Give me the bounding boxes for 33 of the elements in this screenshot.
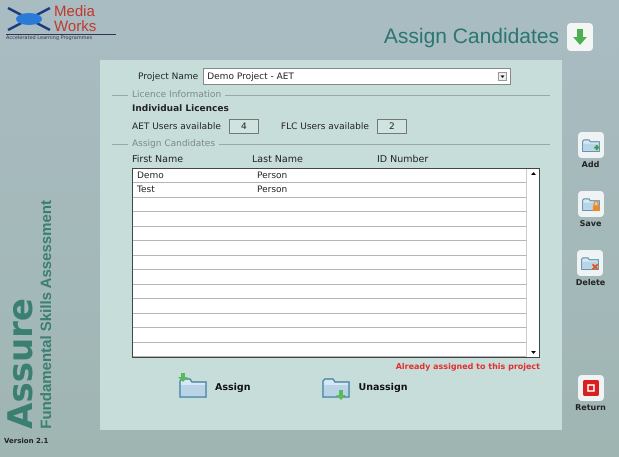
column-header: ID Number (377, 154, 430, 165)
table-cell-text: Demo (137, 170, 165, 181)
project-dropdown[interactable]: Demo Project - AET (203, 68, 512, 85)
unassign-button[interactable]: Unassign (320, 373, 408, 401)
section-legend: Assign Candidates (132, 139, 216, 149)
field-label: FLC Users available (280, 122, 369, 132)
table-row[interactable]: Demo Person (133, 169, 526, 184)
scrollbar[interactable] (526, 169, 539, 357)
section-heading: Individual Licences (131, 104, 230, 114)
count-field: 2 (376, 119, 407, 134)
count-field: 4 (228, 119, 259, 134)
table-cell-text: Test (137, 185, 156, 196)
folder-arrow-icon (177, 373, 209, 401)
assign-button[interactable]: Assign (177, 373, 250, 401)
section-legend: Licence Information (132, 90, 222, 100)
column-header: First Name (132, 154, 184, 165)
download-button[interactable] (567, 23, 593, 51)
page-title: Assign Candidates (384, 25, 559, 49)
field-label: Project Name (138, 72, 198, 82)
table-cell-text: Person (257, 170, 288, 181)
down-arrow-icon (573, 28, 587, 46)
column-header: Last Name (252, 154, 304, 165)
app-brand: Assure (4, 298, 38, 429)
caret-icon (498, 72, 508, 81)
stop-icon (582, 379, 600, 397)
status-message: Already assigned to this project (396, 362, 540, 371)
table-row[interactable]: Test Person (133, 183, 526, 198)
logo-text: Works (54, 19, 96, 34)
logo-text: Media (54, 4, 96, 19)
logo-icon (6, 4, 52, 34)
app-subtitle: Fundamental Skills Assessment (38, 200, 55, 429)
table-cell-text: Person (257, 185, 288, 196)
field-label: AET Users available (132, 122, 221, 132)
